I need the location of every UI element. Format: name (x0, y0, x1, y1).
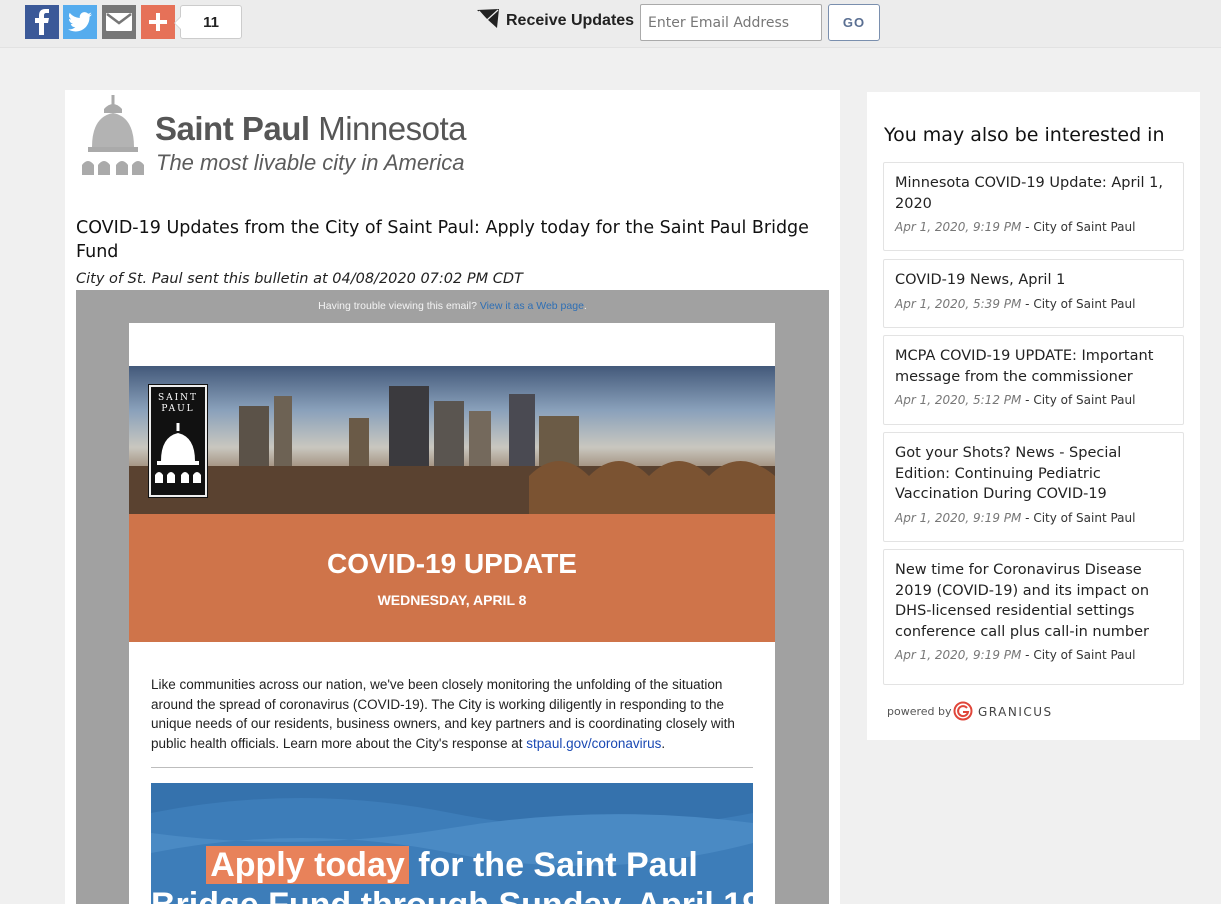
related-item[interactable]: New time for Coronavirus Disease 2019 (C… (883, 549, 1184, 685)
twitter-share-button[interactable] (63, 5, 97, 39)
granicus-logo-icon[interactable] (953, 701, 973, 721)
coronavirus-link[interactable]: stpaul.gov/coronavirus (526, 736, 661, 751)
trouble-viewing-notice: Having trouble viewing this email? View … (318, 300, 587, 312)
logo-tagline: The most livable city in America (156, 150, 465, 175)
capitol-dome-icon (155, 423, 201, 483)
related-item-meta: Apr 1, 2020, 9:19 PM - City of Saint Pau… (895, 510, 1136, 525)
email-share-button[interactable] (102, 5, 136, 39)
powered-by-label: powered by (887, 705, 952, 718)
related-item[interactable]: Got your Shots? News - Special Edition: … (883, 432, 1184, 542)
logo-name: Saint Paul Minnesota (155, 110, 466, 147)
related-item-title[interactable]: MCPA COVID-19 UPDATE: Important message … (895, 346, 1172, 387)
plus-icon (149, 13, 167, 31)
envelope-icon (477, 9, 499, 28)
view-as-web-page-link[interactable]: View it as a Web page (480, 300, 584, 312)
related-item-meta: Apr 1, 2020, 5:39 PM - City of Saint Pau… (895, 296, 1136, 311)
more-share-button[interactable] (141, 5, 175, 39)
top-toolbar: 11 Receive Updates GO (0, 0, 1221, 48)
email-frame: Having trouble viewing this email? View … (76, 290, 829, 904)
email-body-text: Like communities across our nation, we'v… (151, 677, 735, 751)
bulletin-title: COVID-19 Updates from the City of Saint … (76, 218, 809, 262)
related-item-title[interactable]: Minnesota COVID-19 Update: April 1, 2020 (895, 173, 1172, 214)
capitol-dome-logo-icon (82, 95, 144, 175)
covid-update-header: COVID-19 UPDATE WEDNESDAY, APRIL 8 (129, 514, 775, 642)
related-item-title[interactable]: New time for Coronavirus Disease 2019 (C… (895, 560, 1172, 642)
skyline-illustration (129, 386, 775, 514)
update-date: WEDNESDAY, APRIL 8 (377, 592, 527, 608)
related-item-meta: Apr 1, 2020, 9:19 PM - City of Saint Pau… (895, 648, 1136, 662)
related-item[interactable]: MCPA COVID-19 UPDATE: Important message … (883, 335, 1184, 425)
bridge-fund-headline: Apply today for the Saint PaulBridge Fun… (151, 845, 753, 904)
divider (151, 767, 753, 768)
related-item[interactable]: Minnesota COVID-19 Update: April 1, 2020… (883, 162, 1184, 251)
share-count: 11 (174, 5, 242, 39)
twitter-icon (68, 12, 92, 32)
facebook-share-button[interactable] (25, 5, 59, 39)
email-body: SAINT PAUL COVID-19 UPDATE WEDNESDAY, AP… (129, 323, 775, 904)
related-item-title[interactable]: COVID-19 News, April 1 (895, 270, 1172, 291)
bridge-fund-banner[interactable]: Apply today for the Saint PaulBridge Fun… (151, 783, 753, 904)
city-skyline-image: SAINT PAUL (129, 366, 775, 514)
update-title: COVID-19 UPDATE (327, 548, 577, 579)
bulletin-meta: City of St. Paul sent this bulletin at 0… (76, 271, 523, 287)
envelope-icon (106, 13, 132, 31)
related-item-title[interactable]: Got your Shots? News - Special Edition: … (895, 443, 1172, 505)
email-input[interactable] (640, 4, 822, 41)
receive-updates-label: Receive Updates (506, 12, 635, 29)
granicus-logo-text[interactable]: GRANICUS (978, 705, 1053, 719)
related-item-meta: Apr 1, 2020, 9:19 PM - City of Saint Pau… (895, 220, 1136, 234)
related-heading: You may also be interested in (884, 124, 1165, 146)
related-item-meta: Apr 1, 2020, 5:12 PM - City of Saint Pau… (895, 393, 1136, 407)
facebook-icon (35, 9, 49, 35)
saint-paul-badge: SAINT PAUL (148, 384, 208, 498)
go-button[interactable]: GO (828, 4, 880, 41)
related-item[interactable]: COVID-19 News, April 1 Apr 1, 2020, 5:39… (883, 259, 1184, 328)
